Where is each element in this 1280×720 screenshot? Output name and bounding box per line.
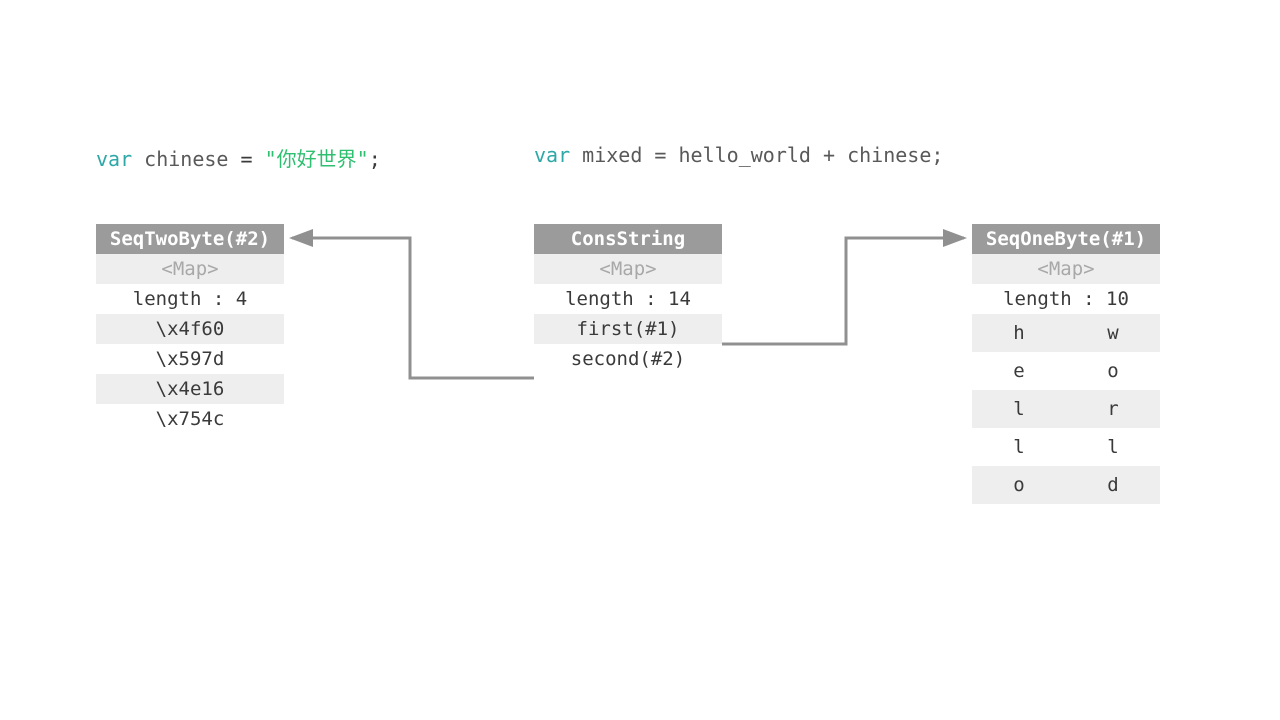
box-row-chars: hw (972, 314, 1160, 352)
keyword-var: var (534, 143, 570, 167)
char-cell: d (1066, 470, 1160, 500)
box-header: SeqOneByte(#1) (972, 224, 1160, 254)
box-row-first: first(#1) (534, 314, 722, 344)
code-line-right: var mixed = hello_world + chinese; (534, 143, 943, 167)
box-row-second: second(#2) (534, 344, 722, 374)
char-cell: r (1066, 394, 1160, 424)
code-concat-expr: mixed = hello_world + chinese; (570, 143, 943, 167)
char-cell: l (972, 394, 1066, 424)
char-cell: e (972, 356, 1066, 386)
box-row-byte: \x4f60 (96, 314, 284, 344)
box-row-byte: \x4e16 (96, 374, 284, 404)
box-row-map: <Map> (972, 254, 1160, 284)
box-row-chars: ll (972, 428, 1160, 466)
arrow-first-to-seqonebyte (722, 238, 964, 344)
box-row-chars: lr (972, 390, 1160, 428)
box-row-map: <Map> (534, 254, 722, 284)
box-row-length: length : 4 (96, 284, 284, 314)
code-eq: = (241, 147, 265, 171)
box-seq-two-byte: SeqTwoByte(#2) <Map> length : 4 \x4f60 \… (96, 224, 284, 434)
char-cell: l (972, 432, 1066, 462)
keyword-var: var (96, 147, 132, 171)
box-row-chars: od (972, 466, 1160, 504)
code-ident-chinese: chinese (132, 147, 240, 171)
char-cell: l (1066, 432, 1160, 462)
code-line-left: var chinese = "你好世界"; (96, 143, 381, 172)
box-row-byte: \x754c (96, 404, 284, 434)
char-cell: o (972, 470, 1066, 500)
diagram-stage: var chinese = "你好世界"; var mixed = hello_… (0, 0, 1280, 720)
box-row-chars: eo (972, 352, 1160, 390)
string-literal-chinese: "你好世界" (265, 147, 369, 171)
box-seq-one-byte: SeqOneByte(#1) <Map> length : 10 hw eo l… (972, 224, 1160, 504)
box-row-length: length : 10 (972, 284, 1160, 314)
box-row-length: length : 14 (534, 284, 722, 314)
box-row-byte: \x597d (96, 344, 284, 374)
code-semicolon: ; (369, 147, 381, 171)
box-row-map: <Map> (96, 254, 284, 284)
box-header: ConsString (534, 224, 722, 254)
char-cell: o (1066, 356, 1160, 386)
box-header: SeqTwoByte(#2) (96, 224, 284, 254)
char-cell: w (1066, 318, 1160, 348)
arrow-second-to-seqtwobyte (292, 238, 534, 378)
box-cons-string: ConsString <Map> length : 14 first(#1) s… (534, 224, 722, 374)
char-cell: h (972, 318, 1066, 348)
